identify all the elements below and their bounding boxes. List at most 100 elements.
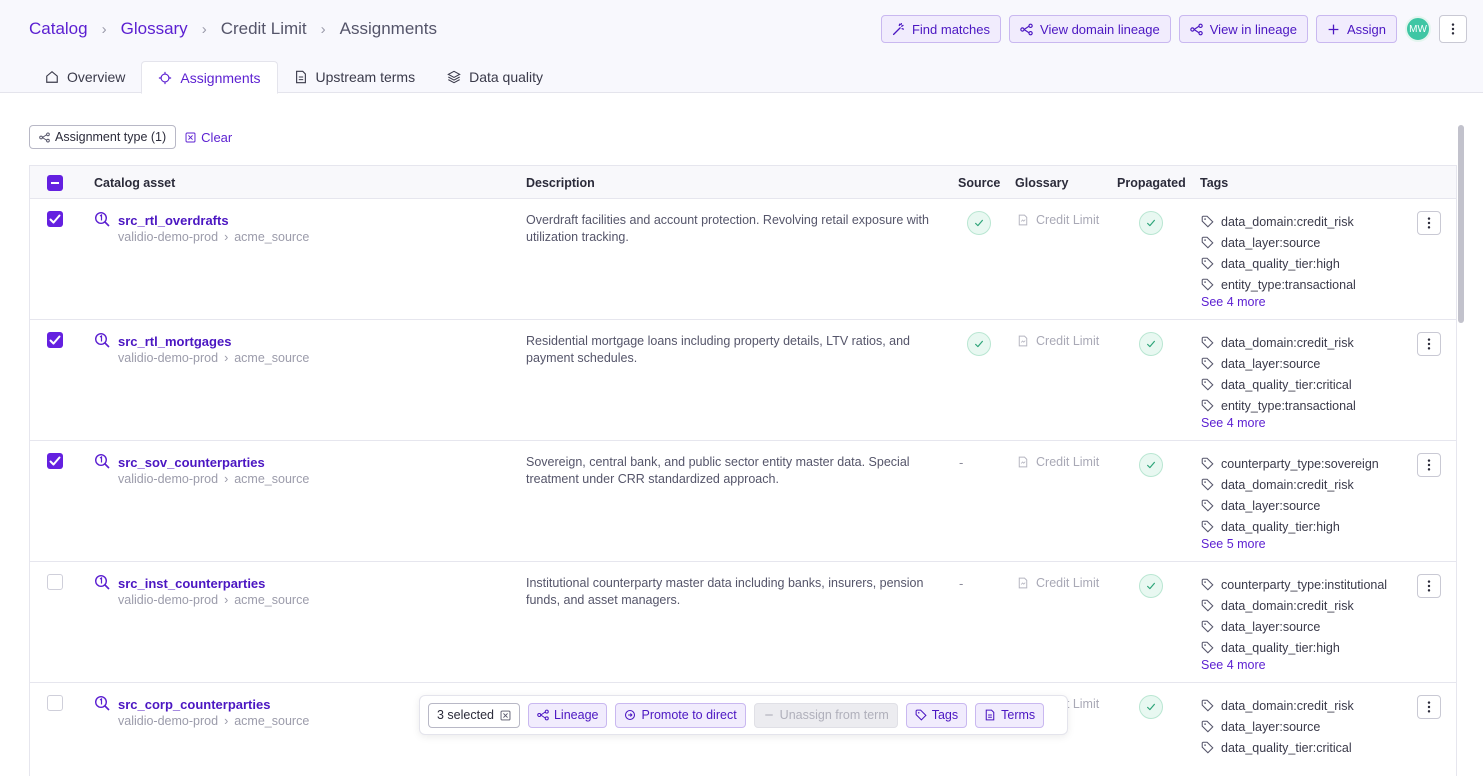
bulk-lineage-button[interactable]: Lineage (527, 702, 608, 728)
glossary-term[interactable]: Credit Limit (1017, 455, 1099, 469)
see-more-tags-link[interactable]: See 4 more (1201, 658, 1387, 672)
promote-to-direct-button[interactable]: Promote to direct (615, 702, 746, 728)
tag-item[interactable]: data_layer:source (1201, 232, 1356, 253)
close-box-icon[interactable] (500, 710, 511, 721)
asset-path-project: validio-demo-prod (118, 230, 219, 244)
table-row[interactable]: src_sov_counterparties validio-demo-prod ›… (30, 441, 1456, 562)
breadcrumb-glossary[interactable]: Glossary (121, 19, 188, 39)
tag-label: data_layer:source (1221, 498, 1321, 513)
tag-item[interactable]: data_domain:credit_risk (1201, 332, 1356, 353)
asset-icon-wrap (94, 574, 110, 590)
header-description[interactable]: Description (526, 176, 595, 190)
tag-item[interactable]: data_domain:credit_risk (1201, 695, 1354, 716)
tag-item[interactable]: data_quality_tier:critical (1201, 737, 1354, 758)
tag-item[interactable]: data_quality_tier:high (1201, 516, 1379, 537)
row-actions-button[interactable] (1417, 211, 1441, 235)
breadcrumb: Catalog › Glossary › Credit Limit › Assi… (29, 19, 437, 39)
view-domain-lineage-button[interactable]: View domain lineage (1009, 15, 1171, 43)
breadcrumb-term[interactable]: Credit Limit (221, 19, 307, 39)
row-actions-button[interactable] (1417, 695, 1441, 719)
tag-item[interactable]: entity_type:transactional (1201, 274, 1356, 295)
bulk-terms-button[interactable]: Terms (975, 702, 1045, 728)
tag-label: counterparty_type:sovereign (1221, 456, 1379, 471)
vertical-scrollbar[interactable] (1458, 125, 1464, 323)
selection-count[interactable]: 3 selected (428, 702, 520, 728)
header-glossary[interactable]: Glossary (1015, 176, 1069, 190)
glossary-term[interactable]: Credit Limit (1017, 334, 1099, 348)
tag-item[interactable]: data_quality_tier:critical (1201, 374, 1356, 395)
tab-upstream-terms[interactable]: Upstream terms (278, 61, 432, 93)
select-all-checkbox[interactable] (47, 175, 63, 191)
glossary-term[interactable]: Credit Limit (1017, 576, 1099, 590)
header-propagated[interactable]: Propagated (1117, 176, 1186, 190)
chevron-right-icon: › (224, 472, 229, 486)
tab-assignments[interactable]: Assignments (141, 61, 278, 94)
tag-item[interactable]: data_layer:source (1201, 495, 1379, 516)
header-tags[interactable]: Tags (1200, 176, 1228, 190)
header-catalog-asset[interactable]: Catalog asset (94, 176, 175, 190)
view-in-lineage-button[interactable]: View in lineage (1178, 15, 1308, 43)
bulk-tags-button[interactable]: Tags (905, 702, 968, 728)
asset-name-link[interactable]: src_corp_counterparties (118, 697, 270, 712)
tag-item[interactable]: data_domain:credit_risk (1201, 474, 1379, 495)
asset-name-link[interactable]: src_sov_counterparties (118, 455, 265, 470)
breadcrumb-catalog[interactable]: Catalog (29, 19, 88, 39)
row-checkbox[interactable] (47, 211, 63, 227)
tag-list: counterparty_type:sovereign data_domain:c… (1201, 453, 1379, 552)
tag-label: data_quality_tier:high (1221, 256, 1340, 271)
row-checkbox[interactable] (47, 332, 63, 348)
row-checkbox[interactable] (47, 453, 63, 469)
table-body: src_rtl_overdrafts validio-demo-prod › acme… (30, 199, 1456, 776)
promote-icon (625, 709, 636, 721)
see-more-tags-link[interactable]: See 4 more (1201, 416, 1356, 430)
table-row[interactable]: src_rtl_overdrafts validio-demo-prod › acme… (30, 199, 1456, 320)
tag-item[interactable]: data_quality_tier:high (1201, 253, 1356, 274)
home-icon (46, 71, 58, 83)
tag-item[interactable]: counterparty_type:institutional (1201, 574, 1387, 595)
see-more-tags-link[interactable]: See 4 more (1201, 295, 1356, 309)
glossary-term[interactable]: Credit Limit (1017, 213, 1099, 227)
table-row[interactable]: src_inst_counterparties validio-demo-prod… (30, 562, 1456, 683)
tab-overview[interactable]: Overview (29, 61, 141, 93)
asset-path: validio-demo-prod › acme_source (118, 351, 309, 365)
asset-name-link[interactable]: src_inst_counterparties (118, 576, 265, 591)
more-menu-button[interactable] (1439, 15, 1467, 43)
row-checkbox[interactable] (47, 574, 63, 590)
tag-icon (915, 709, 927, 721)
tag-item[interactable]: data_layer:source (1201, 616, 1387, 637)
tag-icon (1201, 699, 1214, 712)
tag-label: data_quality_tier:high (1221, 640, 1340, 655)
tag-item[interactable]: data_layer:source (1201, 716, 1354, 737)
assignment-type-filter[interactable]: Assignment type (1) (29, 125, 177, 149)
row-actions-button[interactable] (1417, 453, 1441, 477)
page-title: Assignments (339, 19, 437, 38)
tag-item[interactable]: data_quality_tier:high (1201, 637, 1387, 658)
tag-icon (1201, 720, 1214, 733)
tag-item[interactable]: counterparty_type:sovereign (1201, 453, 1379, 474)
tag-list: data_domain:credit_risk data_layer:source… (1201, 211, 1356, 310)
tag-item[interactable]: data_layer:source (1201, 353, 1356, 374)
tag-icon (1201, 457, 1214, 470)
tag-item[interactable]: entity_type:transactional (1201, 395, 1356, 416)
row-actions-button[interactable] (1417, 332, 1441, 356)
tag-item[interactable]: data_domain:credit_risk (1201, 211, 1356, 232)
header-source[interactable]: Source (958, 176, 1000, 190)
table-row[interactable]: src_rtl_mortgages validio-demo-prod › acme_… (30, 320, 1456, 441)
clear-label: Clear (201, 129, 233, 145)
tab-data-quality[interactable]: Data quality (431, 61, 559, 93)
avatar[interactable]: MW (1405, 16, 1431, 42)
row-checkbox[interactable] (47, 695, 63, 711)
tag-item[interactable]: data_domain:credit_risk (1201, 595, 1387, 616)
unassign-from-term-button[interactable]: Unassign from term (753, 702, 898, 728)
assign-button[interactable]: Assign (1315, 15, 1397, 43)
find-matches-button[interactable]: Find matches (880, 15, 1002, 43)
asset-name-link[interactable]: src_rtl_overdrafts (118, 213, 229, 228)
assignments-table: Catalog asset Description Source Glossar… (29, 165, 1457, 776)
document-icon (985, 709, 995, 721)
asset-path-dataset: acme_source (234, 351, 310, 365)
clear-filters-button[interactable]: Clear (185, 130, 232, 145)
tag-label: data_domain:credit_risk (1221, 214, 1354, 229)
row-actions-button[interactable] (1417, 574, 1441, 598)
see-more-tags-link[interactable]: See 5 more (1201, 537, 1379, 551)
asset-name-link[interactable]: src_rtl_mortgages (118, 334, 231, 349)
